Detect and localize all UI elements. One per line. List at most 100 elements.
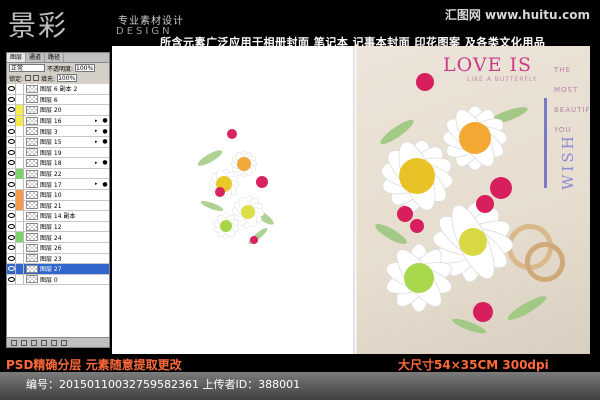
layer-color-tag[interactable] bbox=[16, 221, 24, 232]
layer-row[interactable]: 图层 6 bbox=[7, 94, 109, 106]
layer-color-tag[interactable] bbox=[16, 263, 24, 274]
layer-row[interactable]: 图层 12 bbox=[7, 221, 109, 233]
layer-effects-icon[interactable]: ● bbox=[101, 181, 109, 188]
layer-color-tag[interactable] bbox=[16, 189, 24, 200]
tab-layers[interactable]: 图层 bbox=[7, 53, 27, 62]
visibility-eye-icon[interactable] bbox=[7, 200, 16, 211]
visibility-eye-icon[interactable] bbox=[7, 136, 16, 147]
visibility-eye-icon[interactable] bbox=[7, 84, 16, 94]
visibility-eye-icon[interactable] bbox=[7, 232, 16, 243]
layer-color-tag[interactable] bbox=[16, 126, 24, 137]
visibility-eye-icon[interactable] bbox=[7, 126, 16, 137]
layer-color-tag[interactable] bbox=[16, 179, 24, 190]
layer-row[interactable]: 图层 18 ▸ ● bbox=[7, 157, 109, 169]
layer-row[interactable]: 图层 17 ▸ ● bbox=[7, 179, 109, 190]
tab-channels[interactable]: 通道 bbox=[26, 53, 46, 62]
layer-color-tag[interactable] bbox=[16, 242, 24, 253]
layer-name[interactable]: 图层 16 bbox=[40, 116, 95, 125]
add-style-icon[interactable] bbox=[21, 339, 27, 346]
layer-row[interactable]: 图层 22 bbox=[7, 168, 109, 180]
opacity-input[interactable]: 100% bbox=[75, 64, 96, 72]
layer-name[interactable]: 图层 26 bbox=[40, 243, 109, 252]
visibility-eye-icon[interactable] bbox=[7, 263, 16, 274]
visibility-eye-icon[interactable] bbox=[7, 168, 16, 179]
layer-name[interactable]: 图层 24 bbox=[40, 233, 109, 242]
layer-name[interactable]: 图层 14 副本 bbox=[40, 211, 109, 220]
layer-color-tag[interactable] bbox=[16, 210, 24, 221]
trash-icon[interactable] bbox=[61, 339, 67, 346]
layer-color-tag[interactable] bbox=[16, 168, 24, 179]
layer-name[interactable]: 图层 22 bbox=[40, 169, 109, 178]
layer-row[interactable]: 图层 27 bbox=[7, 263, 109, 275]
add-mask-icon[interactable] bbox=[31, 339, 37, 346]
visibility-eye-icon[interactable] bbox=[7, 104, 16, 115]
visibility-eye-icon[interactable] bbox=[7, 179, 16, 190]
layer-row[interactable]: 图层 15 ▸ ● bbox=[7, 136, 109, 148]
visibility-eye-icon[interactable] bbox=[7, 210, 16, 221]
layer-effects-icon[interactable]: ● bbox=[101, 117, 109, 124]
visibility-eye-icon[interactable] bbox=[7, 274, 16, 285]
layer-color-tag[interactable] bbox=[16, 157, 24, 168]
layer-row[interactable]: 图层 19 bbox=[7, 147, 109, 159]
visibility-eye-icon[interactable] bbox=[7, 115, 16, 126]
layer-name[interactable]: 图层 20 bbox=[40, 105, 109, 114]
visibility-eye-icon[interactable] bbox=[7, 94, 16, 105]
new-group-icon[interactable] bbox=[41, 339, 47, 346]
layer-row[interactable]: 图层 6 副本 2 bbox=[7, 84, 109, 95]
layer-name[interactable]: 图层 0 bbox=[40, 275, 109, 284]
layer-name[interactable]: 图层 12 bbox=[40, 222, 109, 231]
logo-sub-text: 专业素材设计 bbox=[118, 16, 184, 27]
layer-thumbnail bbox=[26, 180, 38, 189]
layer-effects-icon[interactable]: ● bbox=[101, 128, 109, 135]
layer-name[interactable]: 图层 3 bbox=[40, 127, 95, 136]
layer-row[interactable]: 图层 20 bbox=[7, 104, 109, 116]
link-layers-icon[interactable] bbox=[11, 339, 17, 346]
layer-row[interactable]: 图层 24 bbox=[7, 232, 109, 243]
layer-name[interactable]: 图层 15 bbox=[40, 137, 95, 146]
layer-color-tag[interactable] bbox=[16, 136, 24, 147]
tab-paths[interactable]: 路径 bbox=[45, 53, 65, 62]
layer-name[interactable]: 图层 21 bbox=[40, 201, 109, 210]
layer-effects-icon[interactable]: ● bbox=[101, 159, 109, 166]
layer-name[interactable]: 图层 23 bbox=[40, 254, 109, 263]
document-canvas[interactable]: LOVE IS LIKE A BUTTERFLY THE MOST BEAUTI… bbox=[112, 46, 590, 354]
layer-name[interactable]: 图层 19 bbox=[40, 148, 109, 157]
layer-color-tag[interactable] bbox=[16, 104, 24, 115]
visibility-eye-icon[interactable] bbox=[7, 242, 16, 253]
layer-row[interactable]: 图层 23 bbox=[7, 253, 109, 265]
layer-color-tag[interactable] bbox=[16, 200, 24, 211]
layer-effects-icon[interactable]: ● bbox=[101, 138, 109, 145]
layer-name[interactable]: 图层 18 bbox=[40, 158, 95, 167]
layer-color-tag[interactable] bbox=[16, 115, 24, 126]
layer-color-tag[interactable] bbox=[16, 253, 24, 264]
fill-input[interactable]: 100% bbox=[57, 74, 78, 82]
layer-row[interactable]: 图层 10 bbox=[7, 189, 109, 201]
layer-color-tag[interactable] bbox=[16, 84, 24, 94]
lock-pixels-icon[interactable] bbox=[25, 75, 32, 81]
visibility-eye-icon[interactable] bbox=[7, 157, 16, 168]
side-line: BEAUTIFUL bbox=[554, 106, 590, 114]
visibility-eye-icon[interactable] bbox=[7, 253, 16, 264]
layer-color-tag[interactable] bbox=[16, 232, 24, 243]
layer-name[interactable]: 图层 27 bbox=[40, 264, 109, 273]
footer-id-text: 编号：20150110032759582361 上传者ID：388001 bbox=[26, 378, 301, 391]
layer-row[interactable]: 图层 16 ▸ ● bbox=[7, 115, 109, 127]
layer-color-tag[interactable] bbox=[16, 274, 24, 285]
visibility-eye-icon[interactable] bbox=[7, 147, 16, 158]
layer-name[interactable]: 图层 17 bbox=[40, 180, 95, 189]
visibility-eye-icon[interactable] bbox=[7, 221, 16, 232]
new-layer-icon[interactable] bbox=[51, 339, 57, 346]
blend-mode-select[interactable]: 正常 bbox=[9, 64, 45, 72]
visibility-eye-icon[interactable] bbox=[7, 189, 16, 200]
layer-color-tag[interactable] bbox=[16, 94, 24, 105]
layer-row[interactable]: 图层 21 bbox=[7, 200, 109, 212]
layer-name[interactable]: 图层 6 副本 2 bbox=[40, 84, 109, 93]
layer-name[interactable]: 图层 6 bbox=[40, 95, 109, 104]
layer-row[interactable]: 图层 3 ▸ ● bbox=[7, 126, 109, 137]
layer-name[interactable]: 图层 10 bbox=[40, 190, 109, 199]
layer-row[interactable]: 图层 14 副本 bbox=[7, 210, 109, 222]
layer-color-tag[interactable] bbox=[16, 147, 24, 158]
layer-row[interactable]: 图层 0 bbox=[7, 274, 109, 286]
lock-position-icon[interactable] bbox=[33, 75, 40, 81]
layer-row[interactable]: 图层 26 bbox=[7, 242, 109, 254]
